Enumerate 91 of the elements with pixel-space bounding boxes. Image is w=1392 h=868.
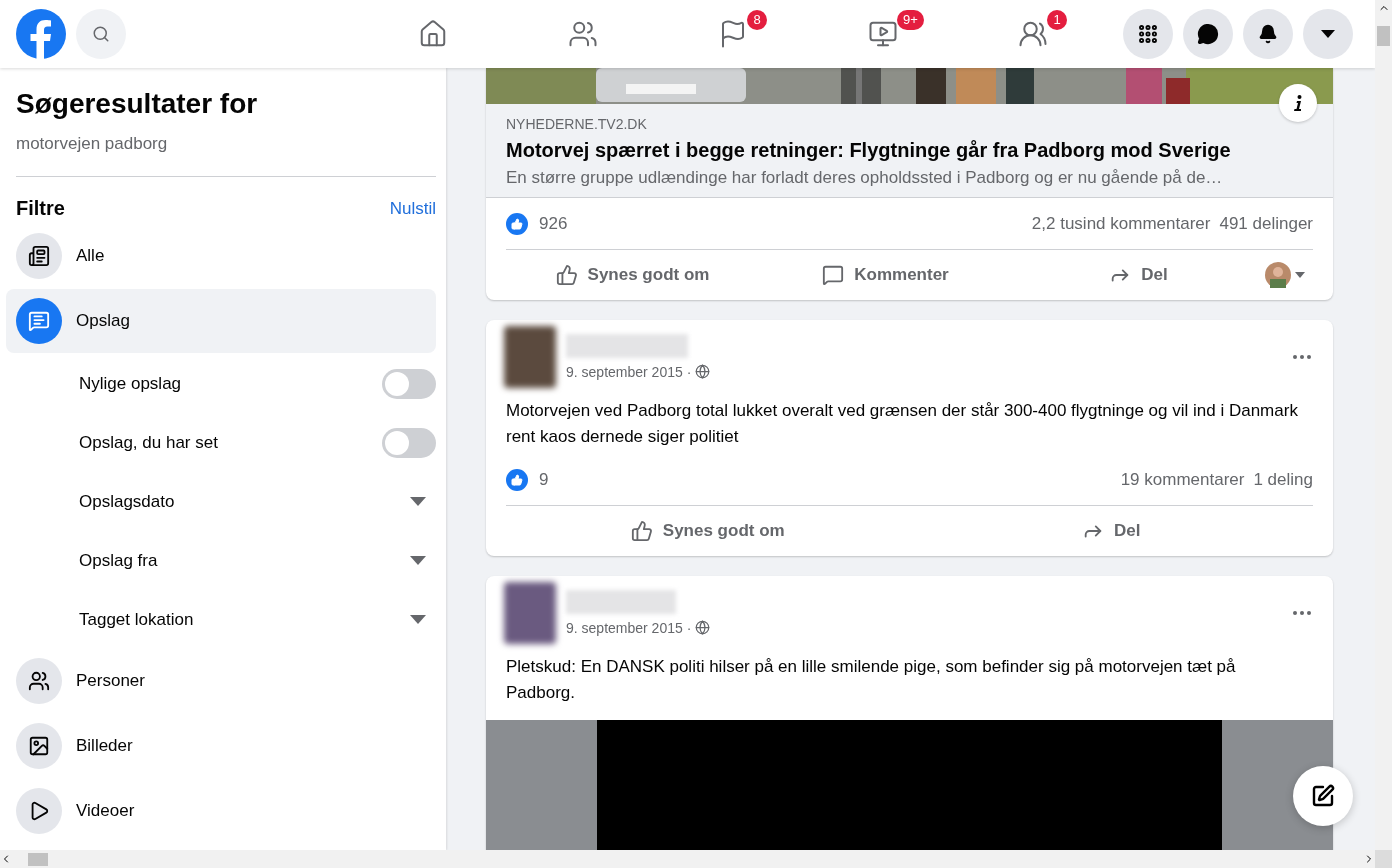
category-item[interactable]: Videoer [6, 779, 436, 843]
vertical-scrollbar[interactable] [1375, 0, 1392, 850]
dropdown-caret-icon[interactable] [410, 496, 426, 507]
category-item[interactable]: Personer [6, 649, 436, 713]
category-label: Alle [76, 246, 105, 266]
chat-bubble-icon [1197, 23, 1219, 45]
menu-button[interactable] [1123, 9, 1173, 59]
like-button[interactable]: Synes godt om [506, 255, 759, 295]
dropdown-caret-icon[interactable] [410, 614, 426, 625]
pages-tab[interactable]: 8 [658, 4, 808, 64]
messenger-button[interactable] [1183, 9, 1233, 59]
scrollbar-thumb[interactable] [1377, 26, 1390, 46]
more-options-button[interactable] [1293, 610, 1311, 615]
post-date[interactable]: 9. september 2015 · [566, 619, 692, 636]
filter-label: Opslag fra [79, 550, 158, 571]
like-button[interactable]: Synes godt om [506, 511, 910, 551]
search-results-title: Søgeresultater for [16, 88, 259, 120]
search-button[interactable] [76, 9, 126, 59]
reset-link[interactable]: Nulstil [389, 198, 436, 219]
share-button[interactable]: Del [909, 511, 1313, 551]
video-icon [868, 19, 898, 49]
category-item[interactable]: Billeder [6, 714, 436, 778]
category-label: Personer [76, 671, 145, 691]
link-domain: NYHEDERNE.TV2.DK [506, 116, 648, 132]
notification-badge: 9+ [897, 10, 924, 30]
category-item[interactable]: Alle [6, 224, 436, 288]
globe-icon [695, 620, 711, 635]
bell-icon [1258, 24, 1278, 44]
caret-icon [1321, 30, 1335, 38]
thumbs-up-icon [511, 473, 523, 486]
notifications-button[interactable] [1243, 9, 1293, 59]
logo-icon[interactable] [16, 9, 66, 59]
speech-bubble-icon [822, 264, 845, 286]
watch-tab[interactable]: 9+ [808, 4, 958, 64]
avatar[interactable] [504, 325, 556, 388]
toggle-switch[interactable] [382, 427, 436, 458]
link-description: En større gruppe udlændinge har forladt deres opholdssted i Padborg og er nu gående på de… [506, 168, 1224, 188]
likes-count[interactable]: 926 [539, 213, 568, 234]
category-label: Billeder [76, 736, 133, 756]
caret-icon [1295, 272, 1305, 278]
thumbs-up-icon [555, 264, 578, 286]
more-options-icon [1293, 610, 1311, 615]
category-item[interactable]: Opslag [6, 289, 436, 353]
category-label: Videoer [76, 801, 135, 821]
dropdown-caret-icon[interactable] [410, 555, 426, 566]
filter-label: Nylige opslag [79, 373, 182, 394]
filters-heading: Filtre [16, 197, 65, 220]
thumbs-up-icon [511, 217, 523, 230]
link-title: Motorvej spærret i begge retninger: Flygtninge går fra Padborg mod Sverige [506, 139, 1232, 162]
filter-label: Opslagsdato [79, 491, 175, 512]
search-query: motorvejen padborg [16, 134, 169, 154]
scrollbar-corner [1375, 850, 1392, 868]
post-date[interactable]: 9. september 2015 · [566, 363, 692, 380]
image-icon [16, 723, 62, 769]
globe-icon [695, 364, 711, 379]
more-options-icon [1293, 354, 1311, 359]
category-label: Opslag [76, 311, 130, 331]
play-icon [16, 788, 62, 834]
share-button[interactable]: Del [1012, 255, 1265, 295]
notification-badge: 1 [1047, 10, 1067, 30]
thumbs-up-icon [630, 520, 653, 542]
shares-count[interactable]: 491 delinger [1219, 213, 1313, 234]
horizontal-scrollbar[interactable] [0, 850, 1375, 868]
account-menu-button[interactable] [1303, 9, 1353, 59]
grid-icon [1137, 23, 1159, 45]
more-options-button[interactable] [1293, 354, 1311, 359]
shares-count[interactable]: 1 deling [1253, 469, 1313, 490]
avatar [1265, 262, 1291, 288]
people-icon [568, 19, 598, 49]
home-icon [418, 19, 448, 49]
filter-label: Opslag, du har set [79, 432, 218, 453]
comments-count[interactable]: 19 kommentarer [1120, 469, 1245, 490]
notification-badge: 8 [747, 10, 767, 30]
edit-icon [1311, 784, 1335, 808]
info-icon [1294, 95, 1302, 111]
search-icon [92, 25, 110, 43]
message-icon [16, 298, 62, 344]
toggle-switch[interactable] [382, 368, 436, 399]
newspaper-icon [16, 233, 62, 279]
comment-button[interactable]: Kommenter [759, 255, 1012, 295]
filter-label: Tagget lokation [79, 609, 194, 630]
groups-tab[interactable]: 1 [958, 4, 1108, 64]
link-preview[interactable]: NYHEDERNE.TV2.DK Motorvej spærret i begge retninger: Flygtninge går fra Padborg mod Sverige En større gruppe udlændinge har forladt deres opholdssted i Padborg og er nu gående på de… [486, 104, 1333, 198]
post-text: Pletskud: En DANSK politi hilser på en lille smilende pige, som befinder sig på motorvejen tæt på Padborg. [506, 656, 1237, 704]
group-icon [1018, 19, 1048, 49]
likes-count[interactable]: 9 [539, 469, 549, 490]
comments-count[interactable]: 2,2 tusind kommentarer [1031, 213, 1211, 234]
scrollbar-thumb[interactable] [28, 852, 48, 866]
post-text: Motorvejen ved Padborg total lukket overalt ved grænsen der står 300-400 flygtninge og vil ind i Danmark rent kaos dernede siger politiet [506, 400, 1299, 448]
avatar[interactable] [504, 581, 556, 644]
people-icon [16, 658, 62, 704]
